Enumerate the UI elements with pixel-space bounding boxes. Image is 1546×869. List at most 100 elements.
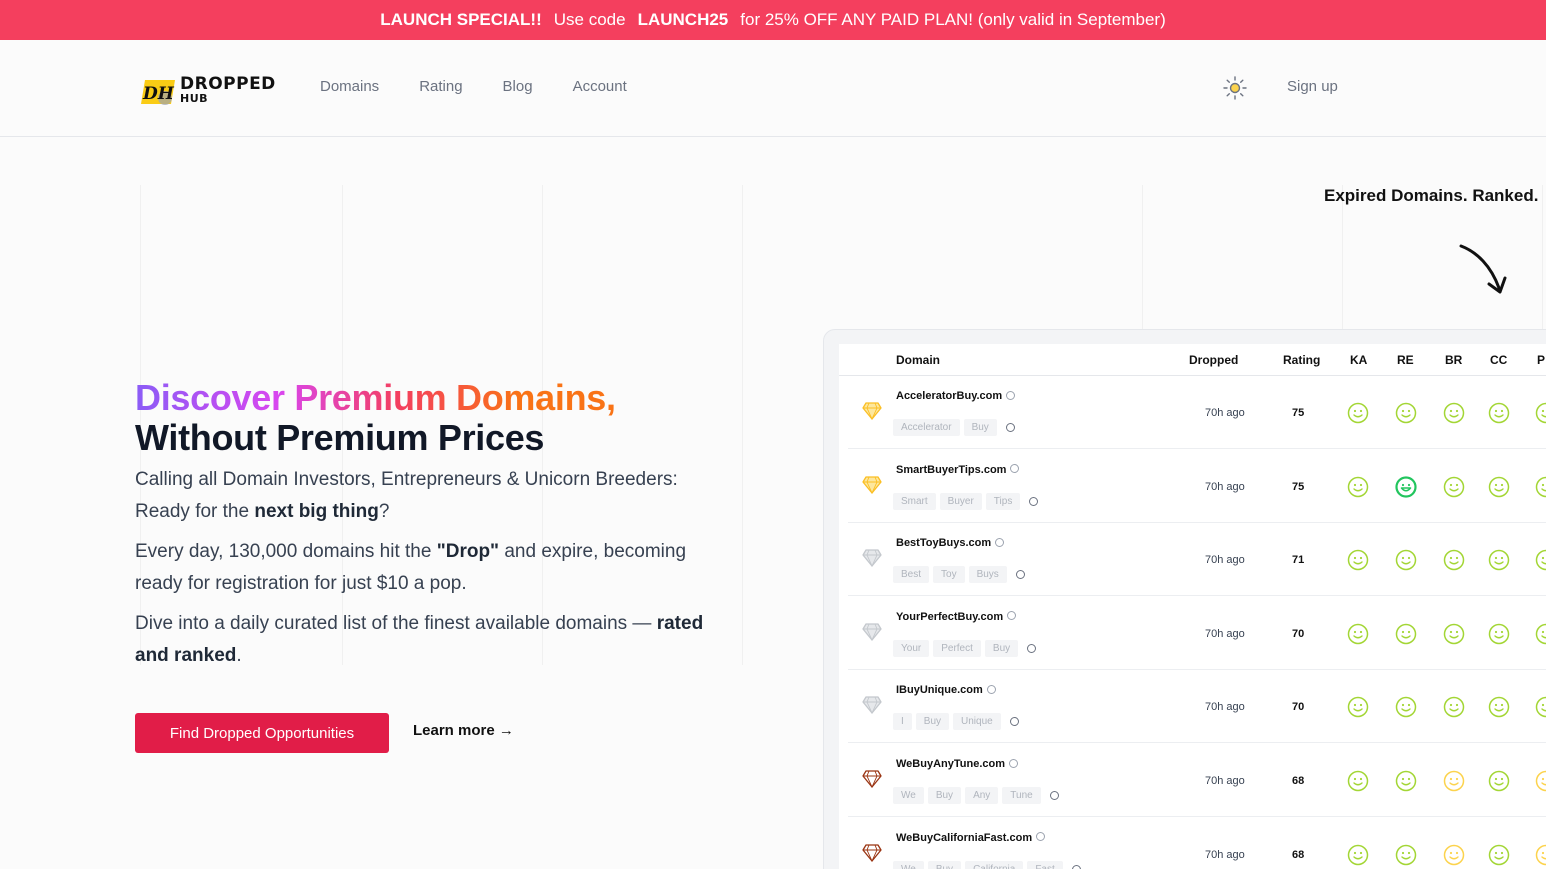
- smiley-icon: [1395, 549, 1417, 571]
- keyword-tag[interactable]: Buy: [984, 639, 1019, 657]
- keyword-tag[interactable]: I: [893, 713, 912, 731]
- table-row[interactable]: YourPerfectBuy.com Your Perfect Buy 70h ago 7…: [848, 597, 1546, 670]
- col-br[interactable]: BR: [1445, 353, 1462, 367]
- col-cc[interactable]: CC: [1490, 353, 1507, 367]
- rating-value: 68: [1292, 775, 1305, 787]
- smiley-icon: [1347, 770, 1369, 792]
- info-circle-icon[interactable]: [995, 537, 1005, 547]
- domain-name[interactable]: SmartBuyerTips.com: [896, 464, 1020, 476]
- smiley-icon: [1347, 402, 1369, 424]
- info-circle-icon[interactable]: [1029, 496, 1039, 506]
- hero-paragraph-2: Every day, 130,000 domains hit the "Drop…: [135, 541, 687, 594]
- signup-link[interactable]: Sign up: [1287, 78, 1338, 95]
- sun-icon[interactable]: [1222, 75, 1248, 101]
- keyword-tag[interactable]: Fast: [1027, 860, 1063, 869]
- dropped-time: 70h ago: [1205, 701, 1245, 714]
- nav-links: Domains Rating Blog Account: [320, 78, 627, 95]
- keyword-tag[interactable]: Buy: [915, 713, 950, 731]
- diamond-icon: [862, 696, 882, 715]
- table-row[interactable]: SmartBuyerTips.com Smart Buyer Tips 70h ago 7…: [848, 450, 1546, 523]
- info-circle-icon[interactable]: [1007, 611, 1017, 621]
- keyword-tag[interactable]: Unique: [953, 713, 1001, 731]
- table-row[interactable]: IBuyUnique.com I Buy Unique 70h ago 70: [848, 670, 1546, 744]
- top-nav: DH DROPPED HUB Domains Rating Blog Accou…: [0, 40, 1546, 137]
- info-circle-icon[interactable]: [1005, 423, 1015, 432]
- smiley-icon: [1395, 697, 1417, 718]
- info-circle-icon[interactable]: [1071, 864, 1081, 869]
- keyword-tag[interactable]: Best: [893, 566, 930, 584]
- table-row[interactable]: AcceleratorBuy.com Accelerator Buy 70h ago 7…: [848, 376, 1546, 449]
- keyword-tag[interactable]: Perfect: [933, 639, 981, 657]
- logo[interactable]: DH DROPPED HUB: [141, 74, 281, 108]
- diamond-icon: [862, 623, 882, 641]
- smiley-icon: [1443, 402, 1465, 424]
- smiley-icon: [1443, 844, 1465, 865]
- info-circle-icon[interactable]: [1036, 832, 1046, 842]
- rating-value: 75: [1292, 407, 1305, 419]
- diamond-icon: [862, 402, 882, 420]
- smiley-icon: [1535, 697, 1546, 718]
- info-circle-icon[interactable]: [1049, 791, 1059, 800]
- keyword-tag[interactable]: Accelerator: [893, 419, 960, 436]
- domain-table: Domain Dropped Rating KA RE BR CC P Acce…: [839, 344, 1546, 869]
- nav-link-rating[interactable]: Rating: [419, 78, 462, 95]
- smiley-icon: [1347, 476, 1369, 497]
- nav-link-domains[interactable]: Domains: [320, 78, 379, 95]
- info-circle-icon[interactable]: [986, 684, 996, 694]
- info-circle-icon[interactable]: [1015, 570, 1025, 580]
- keyword-tag[interactable]: We: [893, 787, 924, 804]
- promo-title: LAUNCH SPECIAL!!: [380, 10, 542, 29]
- learn-more-link[interactable]: Learn more →: [413, 722, 514, 739]
- domain-name[interactable]: YourPerfectBuy.com: [896, 611, 1017, 623]
- table-row[interactable]: WeBuyAnyTune.com We Buy Any Tune 70h ago 68: [848, 744, 1546, 817]
- domain-tags: Accelerator Buy: [893, 419, 1015, 436]
- domain-name[interactable]: BestToyBuys.com: [896, 537, 1005, 549]
- keyword-tag[interactable]: Buy: [927, 787, 962, 804]
- info-circle-icon[interactable]: [1009, 717, 1019, 727]
- info-circle-icon[interactable]: [1010, 464, 1020, 474]
- smiley-icon: [1395, 475, 1417, 498]
- info-circle-icon[interactable]: [1027, 643, 1037, 653]
- domain-name[interactable]: WeBuyAnyTune.com: [896, 758, 1018, 770]
- table-row[interactable]: BestToyBuys.com Best Toy Buys 70h ago 71: [848, 523, 1546, 597]
- domain-name[interactable]: WeBuyCaliforniaFast.com: [896, 832, 1046, 844]
- col-domain[interactable]: Domain: [896, 353, 940, 367]
- col-re[interactable]: RE: [1397, 353, 1414, 367]
- promo-text-2: for 25% OFF ANY PAID PLAN! (only valid i…: [740, 10, 1166, 29]
- keyword-tag[interactable]: Buys: [968, 566, 1007, 584]
- smiley-icon: [1347, 623, 1369, 645]
- keyword-tag[interactable]: Tune: [1002, 787, 1041, 804]
- col-rating[interactable]: Rating: [1283, 353, 1320, 367]
- smiley-icon: [1535, 623, 1546, 645]
- keyword-tag[interactable]: California: [965, 860, 1024, 869]
- keyword-tag[interactable]: Tips: [985, 492, 1021, 510]
- col-ka[interactable]: KA: [1350, 353, 1367, 367]
- smiley-icon: [1395, 770, 1417, 792]
- domain-tags: I Buy Unique: [893, 713, 1019, 731]
- dropped-time: 70h ago: [1205, 627, 1245, 640]
- domain-name[interactable]: AcceleratorBuy.com: [896, 390, 1016, 402]
- hero-title-dark: Without Premium Prices: [135, 417, 545, 458]
- keyword-tag[interactable]: We: [893, 860, 924, 869]
- keyword-tag[interactable]: Buy: [963, 419, 997, 436]
- promo-banner: LAUNCH SPECIAL!! Use code LAUNCH25 for 2…: [0, 0, 1546, 40]
- domain-name[interactable]: IBuyUnique.com: [896, 684, 996, 696]
- svg-text:DH: DH: [142, 84, 175, 104]
- info-circle-icon[interactable]: [1006, 390, 1016, 400]
- info-circle-icon[interactable]: [1009, 758, 1018, 768]
- find-opportunities-button[interactable]: Find Dropped Opportunities: [135, 713, 389, 753]
- keyword-tag[interactable]: Any: [965, 787, 999, 804]
- keyword-tag[interactable]: Your: [893, 639, 930, 657]
- nav-link-blog[interactable]: Blog: [503, 78, 533, 95]
- nav-link-account[interactable]: Account: [573, 78, 627, 95]
- keyword-tag[interactable]: Toy: [933, 566, 965, 584]
- keyword-tag[interactable]: Buy: [927, 860, 962, 869]
- col-p[interactable]: P: [1537, 353, 1545, 367]
- diamond-icon: [862, 549, 882, 568]
- keyword-tag[interactable]: Buyer: [939, 492, 982, 510]
- table-row[interactable]: WeBuyCaliforniaFast.com WeBuyCaliforniaFa…: [848, 818, 1546, 869]
- col-dropped[interactable]: Dropped: [1189, 353, 1238, 367]
- smiley-icon: [1443, 770, 1465, 792]
- smiley-icon: [1395, 844, 1417, 865]
- keyword-tag[interactable]: Smart: [893, 492, 936, 510]
